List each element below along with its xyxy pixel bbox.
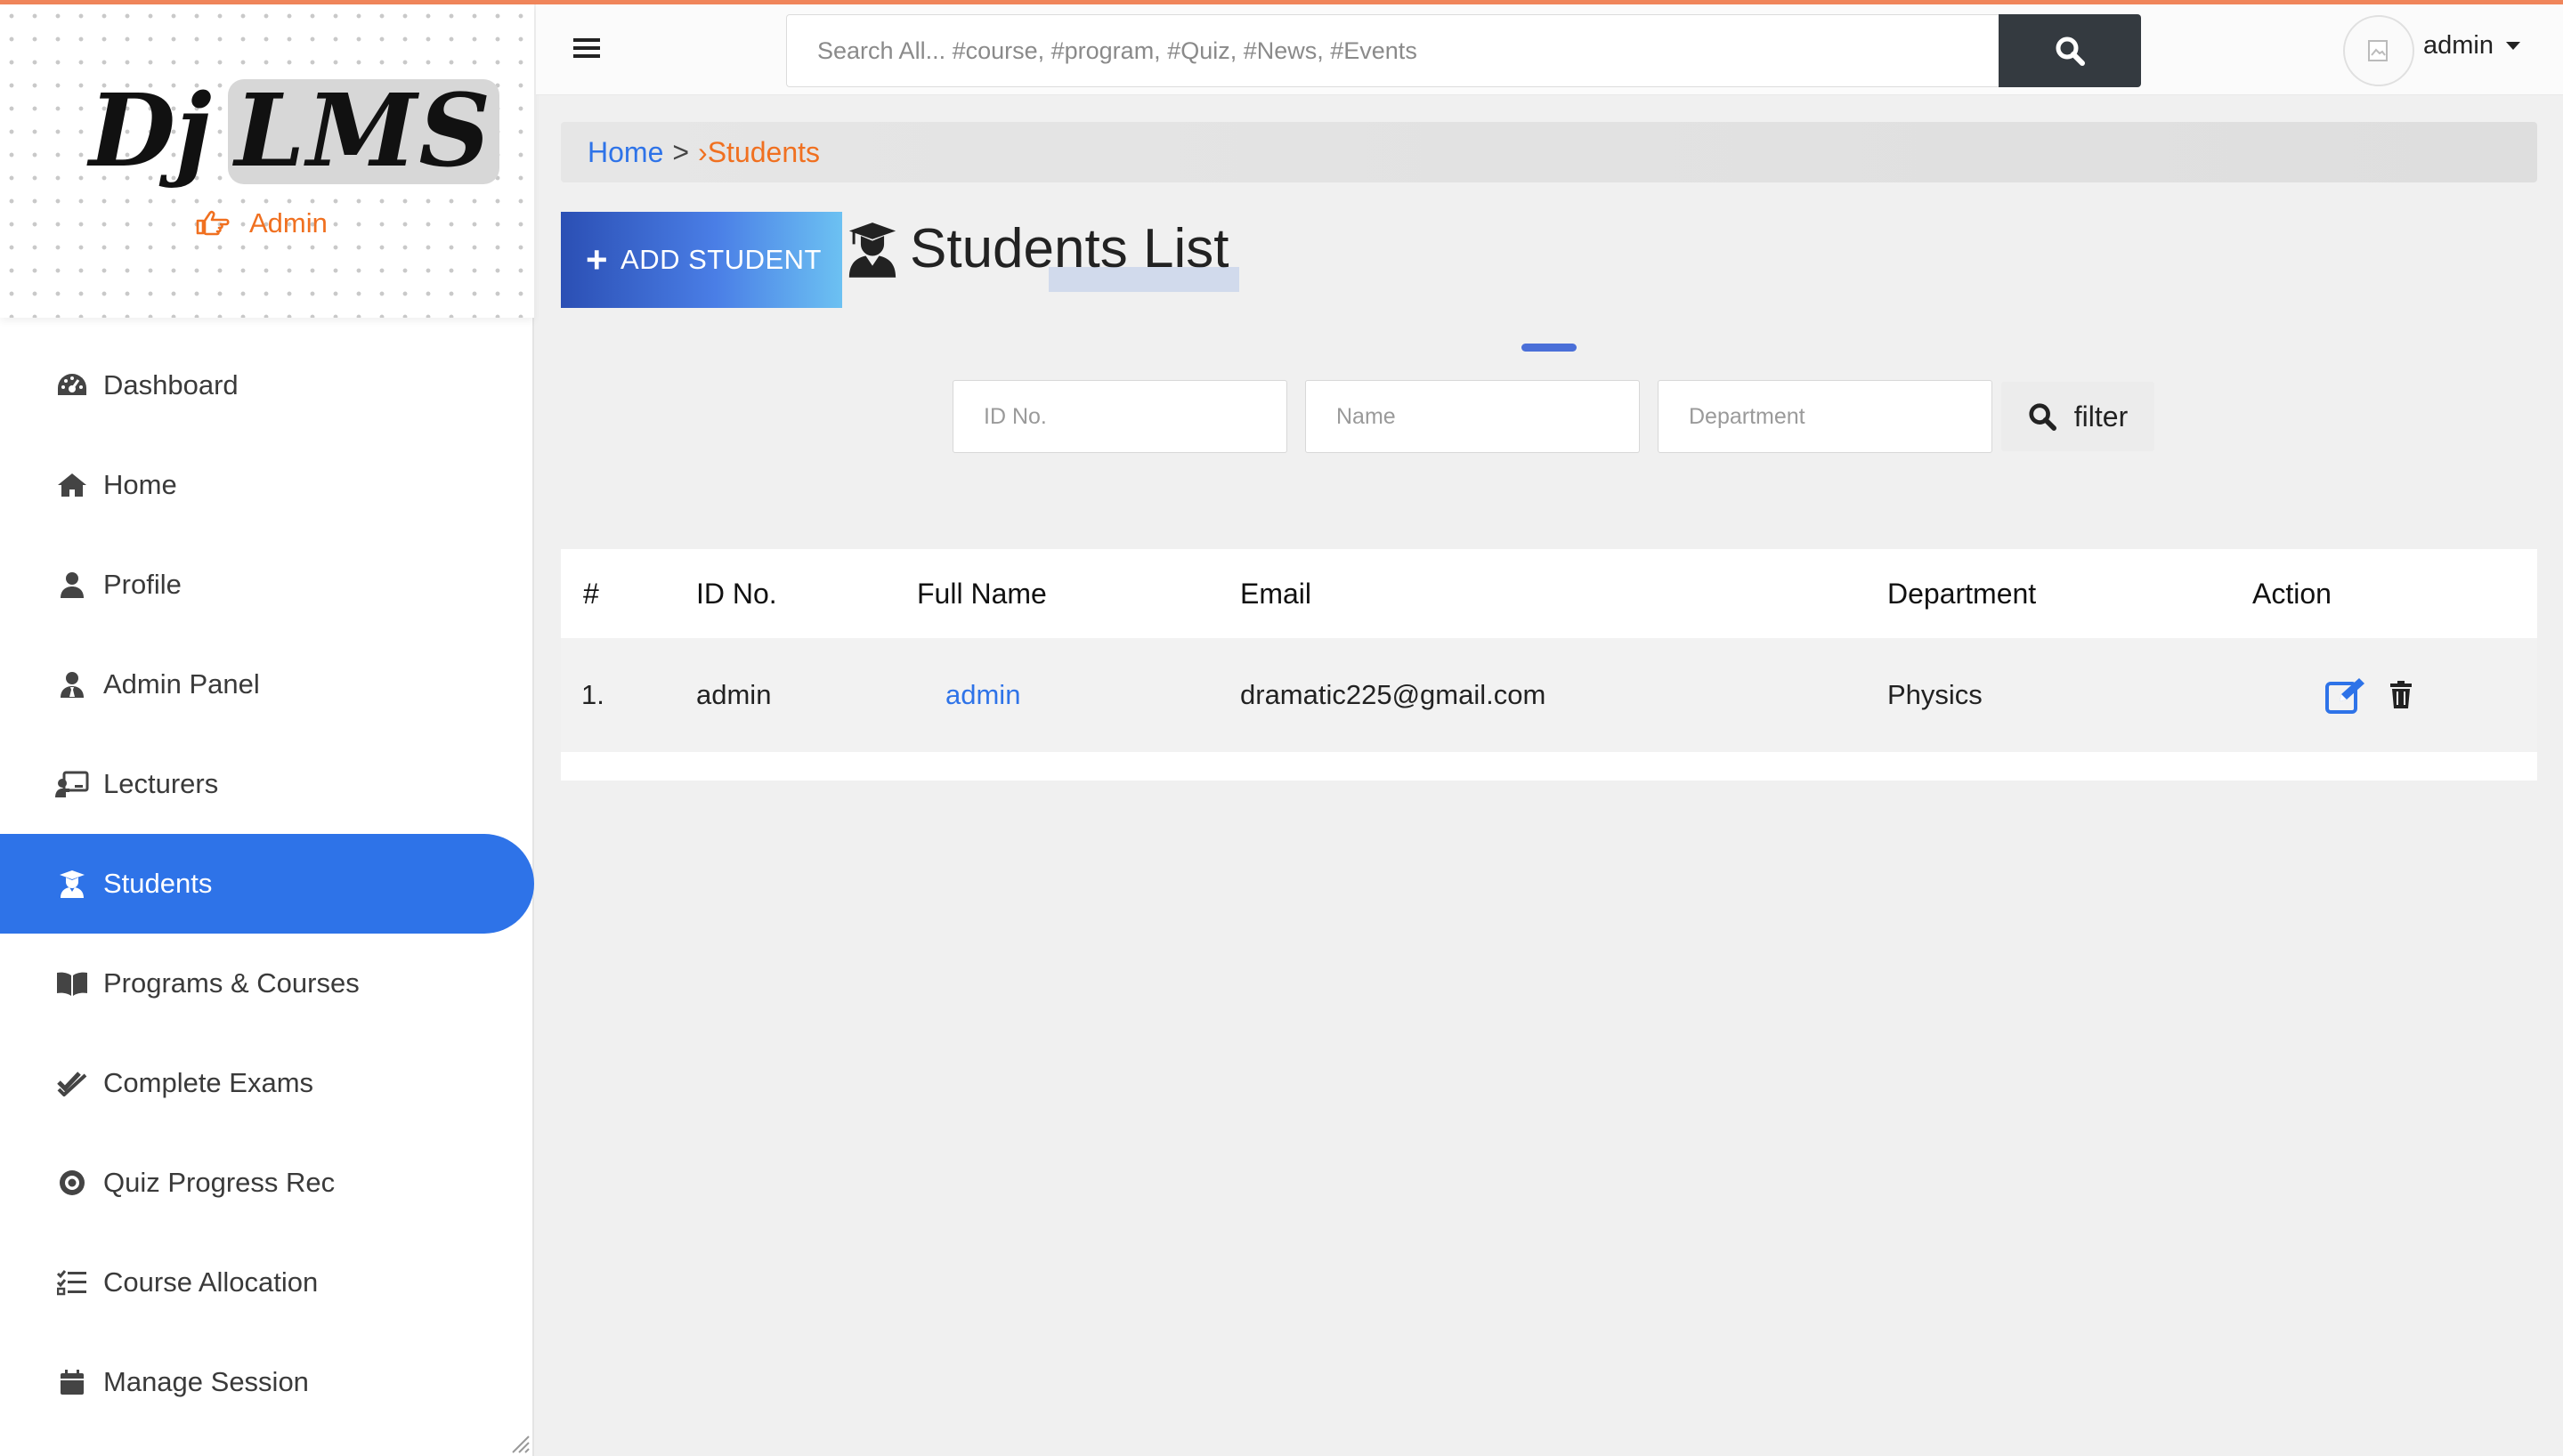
- role-indicator: Admin: [196, 207, 328, 239]
- sidebar-item-label: Course Allocation: [103, 1266, 319, 1298]
- sidebar-item-home[interactable]: Home: [0, 435, 534, 535]
- user-name: admin: [2423, 31, 2494, 60]
- filter-button[interactable]: filter: [2001, 382, 2154, 451]
- cell-email: dramatic225@gmail.com: [1240, 679, 1546, 710]
- sidebar-item-lecturers[interactable]: Lecturers: [0, 734, 534, 834]
- sidebar: Dj LMS Admin Dashboard Home Profile Admi…: [0, 4, 534, 1456]
- add-student-button[interactable]: + ADD STUDENT: [561, 212, 842, 308]
- sidebar-item-label: Home: [103, 469, 177, 500]
- sidebar-item-label: Profile: [103, 569, 182, 600]
- search-icon: [2056, 36, 2085, 66]
- sidebar-item-course-allocation[interactable]: Course Allocation: [0, 1233, 534, 1332]
- row-actions: [2325, 638, 2413, 752]
- hand-point-right-icon: [196, 210, 230, 236]
- plus-icon: +: [586, 239, 609, 280]
- logo[interactable]: Dj LMS: [89, 73, 500, 190]
- add-student-label: ADD STUDENT: [620, 244, 822, 275]
- loading-indicator: [1521, 344, 1577, 352]
- sidebar-item-students[interactable]: Students: [0, 834, 534, 934]
- breadcrumb-current: ›Students: [698, 135, 821, 168]
- cell-department: Physics: [1887, 679, 1983, 710]
- column-header-action: Action: [2252, 577, 2332, 610]
- sidebar-item-label: Dashboard: [103, 369, 239, 400]
- delete-trash-icon[interactable]: [2389, 681, 2413, 709]
- breadcrumb-home-link[interactable]: Home: [588, 136, 663, 169]
- sidebar-item-dashboard[interactable]: Dashboard: [0, 336, 534, 435]
- broken-image-icon: [2368, 40, 2388, 61]
- sidebar-item-label: Admin Panel: [103, 668, 260, 700]
- brand-header: Dj LMS Admin: [0, 4, 534, 318]
- sidebar-item-label: Students: [103, 868, 213, 899]
- column-header-email: Email: [1240, 577, 1312, 610]
- filter-button-label: filter: [2073, 400, 2129, 433]
- calendar-icon: [55, 1367, 89, 1397]
- sidebar-nav: Dashboard Home Profile Admin Panel Lectu…: [0, 336, 534, 1432]
- cell-number: 1.: [581, 679, 604, 710]
- role-label: Admin: [249, 207, 328, 239]
- filter-id-input[interactable]: [953, 380, 1287, 453]
- student-name-link[interactable]: admin: [945, 638, 1020, 752]
- user-graduate-icon: [55, 869, 89, 899]
- caret-down-icon: [2506, 42, 2520, 50]
- sidebar-item-profile[interactable]: Profile: [0, 535, 534, 635]
- user-dropdown[interactable]: admin: [2423, 31, 2520, 61]
- sidebar-item-label: Complete Exams: [103, 1067, 314, 1098]
- sidebar-item-label: Quiz Progress Rec: [103, 1167, 336, 1198]
- sidebar-item-programs-courses[interactable]: Programs & Courses: [0, 934, 534, 1033]
- filter-department-input[interactable]: [1658, 380, 1992, 453]
- hamburger-menu-icon[interactable]: [573, 36, 600, 64]
- logo-lms: LMS: [227, 74, 500, 190]
- avatar[interactable]: [2343, 15, 2414, 86]
- sidebar-item-admin-panel[interactable]: Admin Panel: [0, 635, 534, 734]
- tasks-icon: [55, 1267, 89, 1298]
- text-selection-highlight: [1049, 267, 1239, 292]
- global-search-input[interactable]: [786, 14, 2001, 87]
- column-header-department: Department: [1887, 577, 2037, 610]
- home-icon: [55, 470, 89, 500]
- sidebar-item-quiz-progress[interactable]: Quiz Progress Rec: [0, 1133, 534, 1233]
- filter-name-input[interactable]: [1305, 380, 1640, 453]
- user-graduate-icon: [848, 221, 897, 278]
- column-header-number: #: [583, 577, 599, 610]
- user-icon: [55, 570, 89, 600]
- global-search-button[interactable]: [1999, 14, 2141, 87]
- dashboard-gauge-icon: [55, 370, 89, 400]
- sidebar-item-complete-exams[interactable]: Complete Exams: [0, 1033, 534, 1133]
- breadcrumb: Home > ›Students: [561, 122, 2537, 182]
- table-header: # ID No. Full Name Email Department Acti…: [561, 549, 2537, 638]
- cell-id: admin: [696, 679, 772, 710]
- sidebar-item-label: Manage Session: [103, 1366, 309, 1397]
- search-icon: [2029, 403, 2056, 431]
- sidebar-item-label: Programs & Courses: [103, 967, 360, 999]
- students-table: # ID No. Full Name Email Department Acti…: [561, 549, 2537, 781]
- resize-grip-icon[interactable]: [507, 1431, 531, 1454]
- record-icon: [55, 1168, 89, 1198]
- edit-icon[interactable]: [2325, 676, 2366, 714]
- chalkboard-teacher-icon: [55, 769, 89, 799]
- table-row: 1. admin admin dramatic225@gmail.com Phy…: [561, 638, 2537, 752]
- column-header-full-name: Full Name: [917, 577, 1047, 610]
- top-bar: admin: [536, 4, 2563, 95]
- breadcrumb-separator: >: [672, 135, 690, 168]
- check-double-icon: [55, 1068, 89, 1098]
- book-open-icon: [55, 968, 89, 999]
- user-tie-icon: [55, 669, 89, 700]
- sidebar-item-label: Lecturers: [103, 768, 219, 799]
- sidebar-item-manage-session[interactable]: Manage Session: [0, 1332, 534, 1432]
- column-header-id: ID No.: [696, 577, 777, 610]
- logo-dj: Dj: [89, 73, 212, 190]
